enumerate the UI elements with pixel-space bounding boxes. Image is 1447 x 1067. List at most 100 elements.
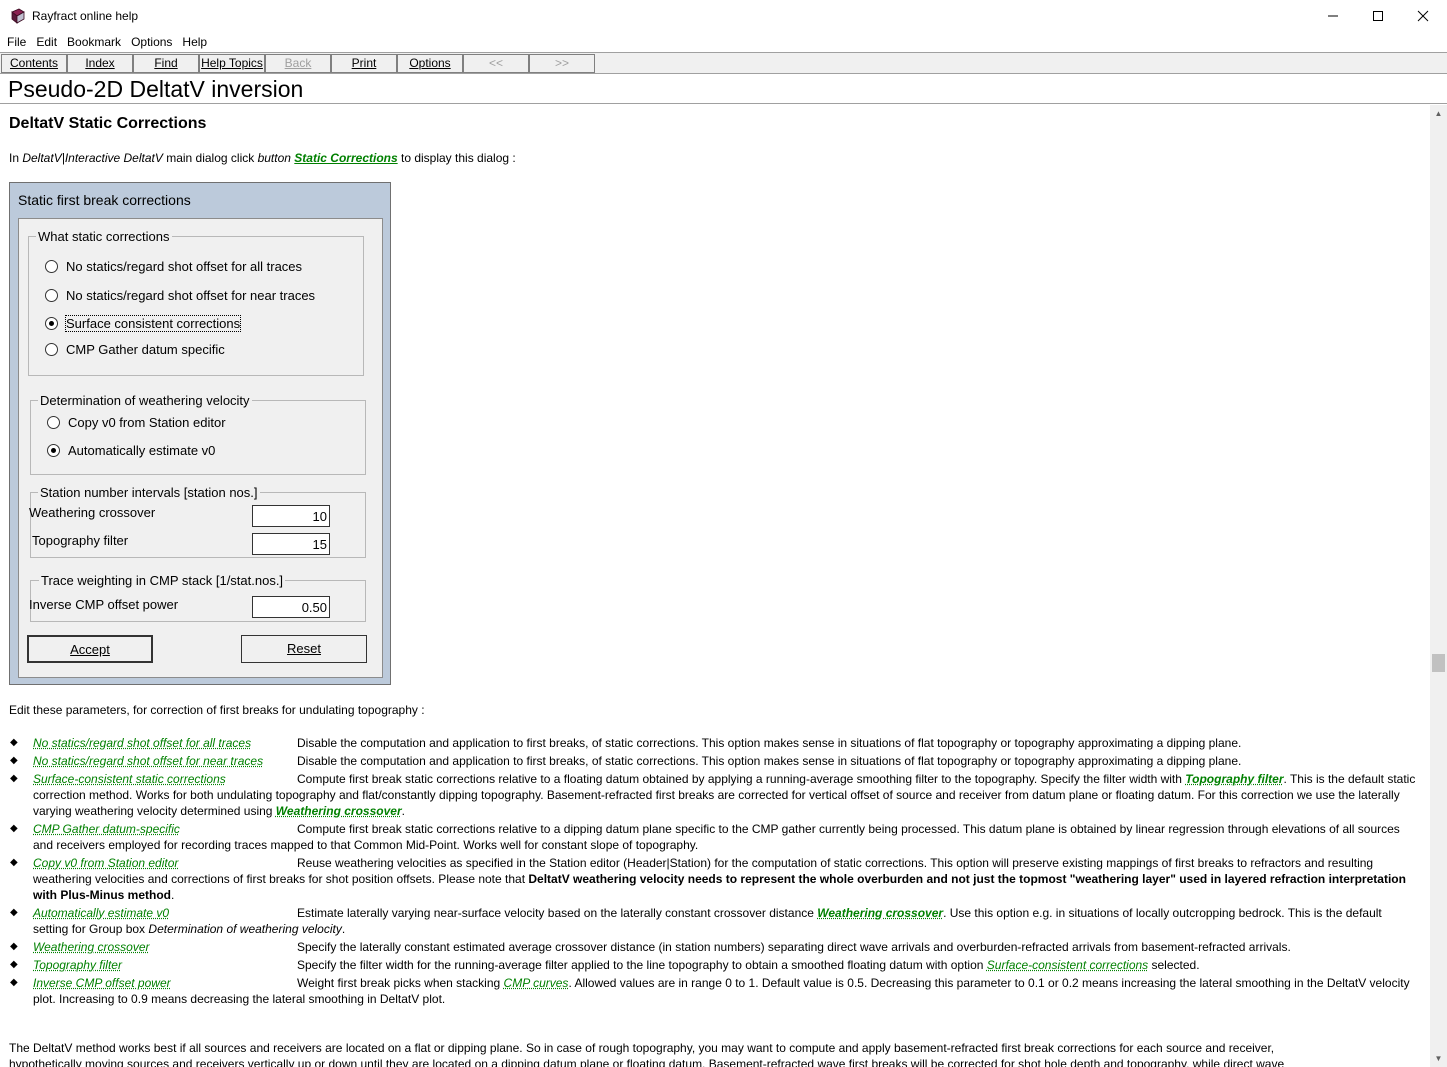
options-button[interactable]: Options <box>397 54 463 73</box>
dialog-body: What static corrections No statics/regar… <box>18 218 383 678</box>
list-item: ◆ Weathering crossover Specify the later… <box>9 939 1419 955</box>
radio-auto-v0[interactable]: Automatically estimate v0 <box>47 443 215 458</box>
term-description: . <box>401 804 405 818</box>
vertical-scrollbar[interactable]: ▲ ▼ <box>1430 105 1447 1067</box>
radio-button[interactable] <box>47 416 60 429</box>
menu-file[interactable]: File <box>2 35 31 49</box>
reset-button[interactable]: Reset <box>241 635 367 663</box>
title-bar: Rayfract online help <box>0 0 1447 32</box>
list-item: ◆ Topography filter Specify the filter w… <box>9 957 1419 973</box>
browse-back-button[interactable]: << <box>463 54 529 73</box>
weathering-crossover-link[interactable]: Weathering crossover <box>276 804 402 818</box>
menu-edit[interactable]: Edit <box>31 35 62 49</box>
browse-back-label: << <box>488 56 503 70</box>
topic-title: Pseudo-2D DeltatV inversion <box>8 76 304 102</box>
term-link[interactable]: Topography filter <box>33 957 122 973</box>
term-link[interactable]: No statics/regard shot offset for near t… <box>33 753 263 769</box>
radio-button-selected[interactable] <box>45 317 58 330</box>
group-weathering-velocity: Determination of weathering velocity Cop… <box>30 393 366 475</box>
topography-filter-field[interactable]: 15 <box>252 533 330 555</box>
radio-surface-consistent[interactable]: Surface consistent corrections <box>45 315 242 332</box>
scroll-down-icon[interactable]: ▼ <box>1430 1050 1447 1067</box>
intro-button-word: button <box>257 151 291 165</box>
menu-bookmark[interactable]: Bookmark <box>62 35 126 49</box>
menu-help[interactable]: Help <box>177 35 212 49</box>
term-link[interactable]: Copy v0 from Station editor <box>33 855 178 871</box>
list-item: ◆ Automatically estimate v0 Estimate lat… <box>9 905 1419 937</box>
scroll-up-icon[interactable]: ▲ <box>1430 105 1447 122</box>
list-item: ◆ Copy v0 from Station editor Reuse weat… <box>9 855 1419 903</box>
weathering-crossover-field[interactable]: 10 <box>252 505 330 527</box>
term-link[interactable]: No statics/regard shot offset for all tr… <box>33 735 251 751</box>
group-weathering-label: Determination of weathering velocity <box>38 393 252 408</box>
radio-no-statics-all[interactable]: No statics/regard shot offset for all tr… <box>45 259 302 274</box>
list-item: ◆ CMP Gather datum-specific Compute firs… <box>9 821 1419 853</box>
radio-label: Automatically estimate v0 <box>68 443 216 458</box>
topography-filter-label: Topography filter <box>32 533 129 548</box>
maximize-button[interactable] <box>1355 0 1401 32</box>
intro-prefix: In <box>9 151 23 165</box>
surface-consistent-link[interactable]: Surface-consistent corrections <box>987 958 1148 972</box>
close-icon <box>1417 10 1429 22</box>
cmp-curves-link[interactable]: CMP curves <box>504 976 569 990</box>
topography-filter-link[interactable]: Topography filter <box>1185 772 1283 786</box>
parameter-list: ◆ No statics/regard shot offset for all … <box>9 735 1419 1009</box>
weathering-crossover-label: Weathering crossover <box>29 505 156 520</box>
browse-forward-label: >> <box>554 56 569 70</box>
find-label: Find <box>154 56 178 70</box>
static-corrections-link[interactable]: Static Corrections <box>294 151 397 165</box>
topic-title-bar: Pseudo-2D DeltatV inversion <box>0 74 1447 104</box>
final-paragraph-line2: hypothetically moving sources and receiv… <box>9 1057 1285 1067</box>
contents-button[interactable]: Contents <box>1 54 67 73</box>
term-description: . <box>171 888 175 902</box>
accept-button[interactable]: Accept <box>27 635 153 663</box>
term-description: Compute first break static corrections r… <box>297 772 1186 786</box>
browse-forward-button[interactable]: >> <box>529 54 595 73</box>
term-link[interactable]: Inverse CMP offset power <box>33 975 171 991</box>
help-topics-button[interactable]: Help Topics <box>199 54 265 73</box>
weathering-crossover-link[interactable]: Weathering crossover <box>817 906 943 920</box>
group-trace-weighting: Trace weighting in CMP stack [1/stat.nos… <box>29 573 366 622</box>
index-label: Index <box>85 56 115 70</box>
bullet-icon: ◆ <box>10 977 18 988</box>
radio-no-statics-near[interactable]: No statics/regard shot offset for near t… <box>45 288 315 303</box>
group-weighting-label: Trace weighting in CMP stack [1/stat.nos… <box>39 573 286 588</box>
term-description: Estimate laterally varying near-surface … <box>297 906 818 920</box>
radio-copy-v0[interactable]: Copy v0 from Station editor <box>47 415 226 430</box>
find-button[interactable]: Find <box>133 54 199 73</box>
print-button[interactable]: Print <box>331 54 397 73</box>
edit-parameters-text: Edit these parameters, for correction of… <box>9 703 425 717</box>
index-button[interactable]: Index <box>67 54 133 73</box>
back-button[interactable]: Back <box>265 54 331 73</box>
list-item: ◆ No statics/regard shot offset for near… <box>9 753 1419 769</box>
radio-button[interactable] <box>45 260 58 273</box>
bullet-icon: ◆ <box>10 857 18 868</box>
close-button[interactable] <box>1400 0 1446 32</box>
group-static-corrections: What static corrections No statics/regar… <box>28 229 364 376</box>
intro-menu-path: DeltatV|Interactive DeltatV <box>22 151 163 165</box>
group-station-intervals: Station number intervals [station nos.] … <box>29 485 366 558</box>
term-link[interactable]: CMP Gather datum-specific <box>33 821 180 837</box>
term-description: selected. <box>1148 958 1200 972</box>
list-item: ◆ No statics/regard shot offset for all … <box>9 735 1419 751</box>
dialog-screenshot: Static first break corrections What stat… <box>9 182 391 685</box>
radio-button[interactable] <box>45 343 58 356</box>
minimize-button[interactable] <box>1310 0 1356 32</box>
term-link[interactable]: Automatically estimate v0 <box>33 905 169 921</box>
term-link[interactable]: Surface-consistent static corrections <box>33 771 226 787</box>
bullet-icon: ◆ <box>10 823 18 834</box>
intro-middle: main dialog click <box>162 151 258 165</box>
final-paragraph-line1: The DeltatV method works best if all sou… <box>9 1041 1275 1055</box>
help-content: DeltatV Static Corrections In DeltatV|In… <box>0 105 1428 1067</box>
term-description: Disable the computation and application … <box>297 736 1242 750</box>
bullet-icon: ◆ <box>10 907 18 918</box>
radio-button-selected[interactable] <box>47 444 60 457</box>
term-link[interactable]: Weathering crossover <box>33 939 150 955</box>
bullet-icon: ◆ <box>10 737 18 748</box>
inverse-cmp-offset-field[interactable]: 0.50 <box>252 596 330 618</box>
radio-button[interactable] <box>45 289 58 302</box>
radio-cmp-gather[interactable]: CMP Gather datum specific <box>45 342 225 357</box>
scroll-thumb[interactable] <box>1432 654 1445 672</box>
menu-options[interactable]: Options <box>126 35 177 49</box>
bullet-icon: ◆ <box>10 959 18 970</box>
